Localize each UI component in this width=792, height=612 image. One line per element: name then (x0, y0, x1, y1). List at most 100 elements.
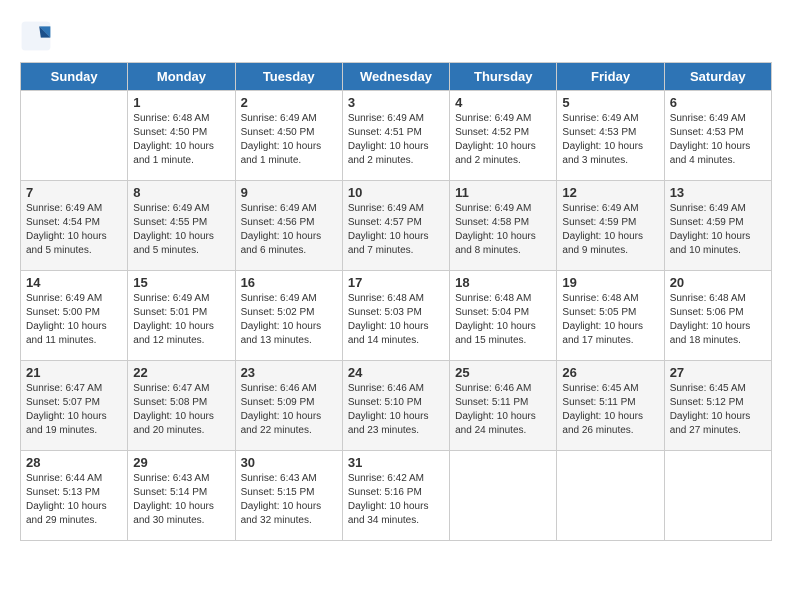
logo (20, 20, 56, 52)
calendar-cell: 22Sunrise: 6:47 AM Sunset: 5:08 PM Dayli… (128, 361, 235, 451)
day-number: 28 (26, 455, 122, 470)
day-info: Sunrise: 6:47 AM Sunset: 5:08 PM Dayligh… (133, 382, 229, 438)
day-info: Sunrise: 6:48 AM Sunset: 4:50 PM Dayligh… (133, 112, 229, 168)
day-number: 5 (562, 95, 658, 110)
day-number: 16 (241, 275, 337, 290)
calendar-cell: 3Sunrise: 6:49 AM Sunset: 4:51 PM Daylig… (342, 91, 449, 181)
day-info: Sunrise: 6:49 AM Sunset: 5:01 PM Dayligh… (133, 292, 229, 348)
day-of-week-header: Monday (128, 63, 235, 91)
day-info: Sunrise: 6:49 AM Sunset: 4:56 PM Dayligh… (241, 202, 337, 258)
day-info: Sunrise: 6:46 AM Sunset: 5:11 PM Dayligh… (455, 382, 551, 438)
calendar-cell: 12 Sunrise: 6:49 AM Sunset: 4:59 PM Dayli… (557, 181, 664, 271)
day-number: 29 (133, 455, 229, 470)
day-info: Sunrise: 6:48 AM Sunset: 5:03 PM Dayligh… (348, 292, 444, 348)
day-info: Sunrise: 6:49 AM Sunset: 5:00 PM Dayligh… (26, 292, 122, 348)
calendar-cell: 15 Sunrise: 6:49 AM Sunset: 5:01 PM Dayli… (128, 271, 235, 361)
day-number: 10 (348, 185, 444, 200)
day-number: 27 (670, 365, 766, 380)
calendar-cell: 25 Sunrise: 6:46 AM Sunset: 5:11 PM Dayli… (450, 361, 557, 451)
day-info: Sunrise: 6:47 AM Sunset: 5:07 PM Dayligh… (26, 382, 122, 438)
day-info: Sunrise: 6:44 AM Sunset: 5:13 PM Dayligh… (26, 472, 122, 528)
logo-icon (20, 20, 52, 52)
calendar-header-row: SundayMondayTuesdayWednesdayThursdayFrid… (21, 63, 772, 91)
calendar-week-row: 28 Sunrise: 6:44 AM Sunset: 5:13 PM Dayli… (21, 451, 772, 541)
day-number: 30 (241, 455, 337, 470)
day-number: 8 (133, 185, 229, 200)
day-number: 18 (455, 275, 551, 290)
day-info: Sunrise: 6:49 AM Sunset: 5:02 PM Dayligh… (241, 292, 337, 348)
day-info: Sunrise: 6:43 AM Sunset: 5:15 PM Dayligh… (241, 472, 337, 528)
calendar-cell: 28 Sunrise: 6:44 AM Sunset: 5:13 PM Dayli… (21, 451, 128, 541)
calendar-cell: 16 Sunrise: 6:49 AM Sunset: 5:02 PM Dayli… (235, 271, 342, 361)
day-info: Sunrise: 6:49 AM Sunset: 4:53 PM Dayligh… (670, 112, 766, 168)
calendar-cell: 7Sunrise: 6:49 AM Sunset: 4:54 PM Daylig… (21, 181, 128, 271)
calendar-cell: 10Sunrise: 6:49 AM Sunset: 4:57 PM Dayli… (342, 181, 449, 271)
day-of-week-header: Thursday (450, 63, 557, 91)
calendar-cell: 29 Sunrise: 6:43 AM Sunset: 5:14 PM Dayli… (128, 451, 235, 541)
day-number: 15 (133, 275, 229, 290)
calendar-cell: 21 Sunrise: 6:47 AM Sunset: 5:07 PM Dayli… (21, 361, 128, 451)
calendar-cell (21, 91, 128, 181)
day-number: 20 (670, 275, 766, 290)
calendar-cell: 9Sunrise: 6:49 AM Sunset: 4:56 PM Daylig… (235, 181, 342, 271)
calendar-week-row: 21 Sunrise: 6:47 AM Sunset: 5:07 PM Dayli… (21, 361, 772, 451)
day-info: Sunrise: 6:49 AM Sunset: 4:55 PM Dayligh… (133, 202, 229, 258)
day-info: Sunrise: 6:48 AM Sunset: 5:06 PM Dayligh… (670, 292, 766, 348)
calendar-cell: 11 Sunrise: 6:49 AM Sunset: 4:58 PM Dayli… (450, 181, 557, 271)
day-info: Sunrise: 6:43 AM Sunset: 5:14 PM Dayligh… (133, 472, 229, 528)
calendar-cell: 1 Sunrise: 6:48 AM Sunset: 4:50 PM Daylig… (128, 91, 235, 181)
calendar-cell: 18 Sunrise: 6:48 AM Sunset: 5:04 PM Dayli… (450, 271, 557, 361)
day-info: Sunrise: 6:49 AM Sunset: 4:52 PM Dayligh… (455, 112, 551, 168)
calendar-cell: 14 Sunrise: 6:49 AM Sunset: 5:00 PM Dayli… (21, 271, 128, 361)
day-number: 6 (670, 95, 766, 110)
day-info: Sunrise: 6:45 AM Sunset: 5:11 PM Dayligh… (562, 382, 658, 438)
calendar-cell: 8 Sunrise: 6:49 AM Sunset: 4:55 PM Daylig… (128, 181, 235, 271)
day-info: Sunrise: 6:46 AM Sunset: 5:09 PM Dayligh… (241, 382, 337, 438)
calendar-cell: 4 Sunrise: 6:49 AM Sunset: 4:52 PM Daylig… (450, 91, 557, 181)
calendar-cell: 31Sunrise: 6:42 AM Sunset: 5:16 PM Dayli… (342, 451, 449, 541)
calendar-cell: 27 Sunrise: 6:45 AM Sunset: 5:12 PM Dayli… (664, 361, 771, 451)
day-number: 3 (348, 95, 444, 110)
day-info: Sunrise: 6:46 AM Sunset: 5:10 PM Dayligh… (348, 382, 444, 438)
day-number: 25 (455, 365, 551, 380)
calendar-cell: 30 Sunrise: 6:43 AM Sunset: 5:15 PM Dayli… (235, 451, 342, 541)
day-number: 23 (241, 365, 337, 380)
day-number: 2 (241, 95, 337, 110)
day-info: Sunrise: 6:48 AM Sunset: 5:04 PM Dayligh… (455, 292, 551, 348)
day-number: 1 (133, 95, 229, 110)
day-info: Sunrise: 6:49 AM Sunset: 4:58 PM Dayligh… (455, 202, 551, 258)
day-of-week-header: Friday (557, 63, 664, 91)
calendar-cell: 6 Sunrise: 6:49 AM Sunset: 4:53 PM Daylig… (664, 91, 771, 181)
calendar-cell: 13 Sunrise: 6:49 AM Sunset: 4:59 PM Dayli… (664, 181, 771, 271)
calendar-cell: 17 Sunrise: 6:48 AM Sunset: 5:03 PM Dayli… (342, 271, 449, 361)
day-info: Sunrise: 6:49 AM Sunset: 4:59 PM Dayligh… (562, 202, 658, 258)
day-info: Sunrise: 6:49 AM Sunset: 4:59 PM Dayligh… (670, 202, 766, 258)
day-info: Sunrise: 6:45 AM Sunset: 5:12 PM Dayligh… (670, 382, 766, 438)
day-number: 26 (562, 365, 658, 380)
day-number: 11 (455, 185, 551, 200)
calendar-cell (557, 451, 664, 541)
day-number: 21 (26, 365, 122, 380)
page-header (20, 20, 772, 52)
day-number: 17 (348, 275, 444, 290)
calendar-week-row: 1 Sunrise: 6:48 AM Sunset: 4:50 PM Daylig… (21, 91, 772, 181)
day-info: Sunrise: 6:49 AM Sunset: 4:50 PM Dayligh… (241, 112, 337, 168)
day-number: 31 (348, 455, 444, 470)
calendar-cell: 23 Sunrise: 6:46 AM Sunset: 5:09 PM Dayli… (235, 361, 342, 451)
day-info: Sunrise: 6:49 AM Sunset: 4:53 PM Dayligh… (562, 112, 658, 168)
day-of-week-header: Wednesday (342, 63, 449, 91)
day-number: 13 (670, 185, 766, 200)
day-number: 12 (562, 185, 658, 200)
calendar-cell: 2 Sunrise: 6:49 AM Sunset: 4:50 PM Daylig… (235, 91, 342, 181)
day-info: Sunrise: 6:48 AM Sunset: 5:05 PM Dayligh… (562, 292, 658, 348)
day-number: 24 (348, 365, 444, 380)
calendar-cell: 24 Sunrise: 6:46 AM Sunset: 5:10 PM Dayli… (342, 361, 449, 451)
calendar: SundayMondayTuesdayWednesdayThursdayFrid… (20, 62, 772, 541)
day-info: Sunrise: 6:49 AM Sunset: 4:54 PM Dayligh… (26, 202, 122, 258)
calendar-cell (664, 451, 771, 541)
day-number: 14 (26, 275, 122, 290)
day-number: 4 (455, 95, 551, 110)
day-of-week-header: Sunday (21, 63, 128, 91)
calendar-cell: 5 Sunrise: 6:49 AM Sunset: 4:53 PM Daylig… (557, 91, 664, 181)
calendar-week-row: 14 Sunrise: 6:49 AM Sunset: 5:00 PM Dayli… (21, 271, 772, 361)
